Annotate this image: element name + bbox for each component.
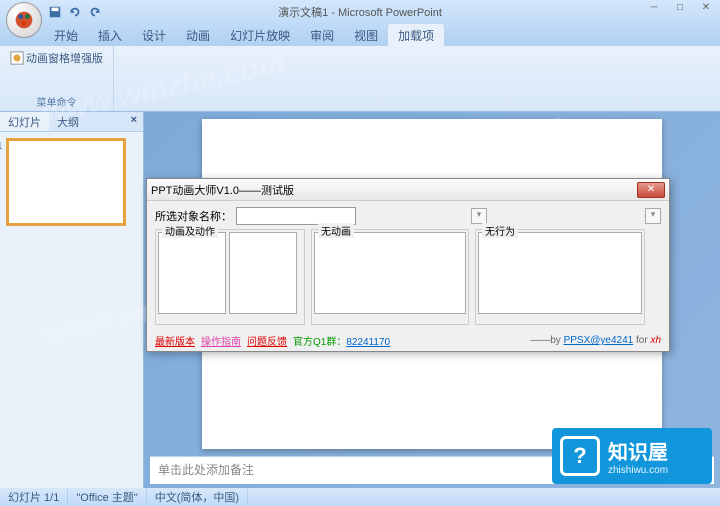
slides-panel: 幻灯片 大纲 × 1: [0, 112, 144, 488]
status-slide-count: 幻灯片 1/1: [0, 489, 68, 505]
link-feedback[interactable]: 问题反馈: [247, 333, 287, 348]
action-listbox[interactable]: [229, 232, 297, 314]
tab-design[interactable]: 设计: [132, 24, 176, 46]
tab-review[interactable]: 审阅: [300, 24, 344, 46]
animation-listbox[interactable]: [158, 232, 226, 314]
tab-slideshow[interactable]: 幻灯片放映: [220, 24, 300, 46]
qat-undo-icon[interactable]: [66, 3, 84, 21]
tab-insert[interactable]: 插入: [88, 24, 132, 46]
tab-view[interactable]: 视图: [344, 24, 388, 46]
qq-group-link[interactable]: 82241170: [346, 337, 390, 348]
link-guide[interactable]: 操作指南: [201, 333, 241, 348]
dialog-close-button[interactable]: ✕: [637, 182, 665, 198]
dialog-credits: ——by PPSX@ye4241 for xh: [530, 335, 661, 346]
slide-thumbnail[interactable]: 1: [6, 138, 126, 226]
qq-group-label: 官方Q1群：82241170: [293, 333, 390, 348]
dropdown-1[interactable]: ▾: [471, 208, 487, 224]
status-theme: "Office 主题": [68, 489, 146, 505]
tab-home[interactable]: 开始: [44, 24, 88, 46]
tab-animation[interactable]: 动画: [176, 24, 220, 46]
zhishiwu-logo: ? 知识屋 zhishiwu.com: [552, 428, 712, 484]
animation-pane-enhanced-button[interactable]: 动画窗格增强版: [6, 48, 107, 68]
slide-thumb-number: 1: [0, 141, 3, 152]
office-button[interactable]: [6, 2, 42, 38]
ppt-animation-master-dialog: PPT动画大师V1.0——测试版 ✕ 所选对象名称： ▾ ▾ 动画及动作 无动画…: [146, 178, 670, 352]
status-language[interactable]: 中文(简体，中国): [147, 489, 248, 505]
animation-pane-enhanced-label: 动画窗格增强版: [26, 50, 103, 66]
dropdown-2[interactable]: ▾: [645, 208, 661, 224]
close-button[interactable]: ✕: [696, 2, 716, 16]
fieldset-animation-label: 动画及动作: [162, 223, 218, 238]
qat-save-icon[interactable]: [46, 3, 64, 21]
logo-text-url: zhishiwu.com: [608, 465, 668, 476]
logo-question-icon: ?: [560, 436, 600, 476]
panel-close-button[interactable]: ×: [125, 112, 143, 131]
no-behavior-listbox[interactable]: [478, 232, 642, 314]
minimize-button[interactable]: ─: [644, 2, 664, 16]
qat-redo-icon[interactable]: [86, 3, 104, 21]
ribbon-group-label: 菜单命令: [6, 92, 107, 109]
panel-tab-slides[interactable]: 幻灯片: [0, 112, 49, 131]
dialog-title: PPT动画大师V1.0——测试版: [151, 182, 294, 198]
status-bar: 幻灯片 1/1 "Office 主题" 中文(简体，中国): [0, 488, 720, 506]
link-latest-version[interactable]: 最新版本: [155, 333, 195, 348]
window-title: 演示文稿1 - Microsoft PowerPoint: [278, 4, 442, 20]
maximize-button[interactable]: □: [670, 2, 690, 16]
tab-addins[interactable]: 加载项: [388, 24, 444, 46]
panel-tab-outline[interactable]: 大纲: [49, 112, 87, 131]
ribbon-tabs: 开始 插入 设计 动画 幻灯片放映 审阅 视图 加载项: [0, 24, 720, 46]
object-name-label: 所选对象名称：: [155, 208, 232, 224]
fieldset-noanimation-label: 无动画: [318, 223, 354, 238]
logo-text-cn: 知识屋: [608, 436, 668, 465]
no-animation-listbox[interactable]: [314, 232, 466, 314]
fieldset-nobehavior-label: 无行为: [482, 223, 518, 238]
ribbon-body: 动画窗格增强版 菜单命令: [0, 46, 720, 112]
